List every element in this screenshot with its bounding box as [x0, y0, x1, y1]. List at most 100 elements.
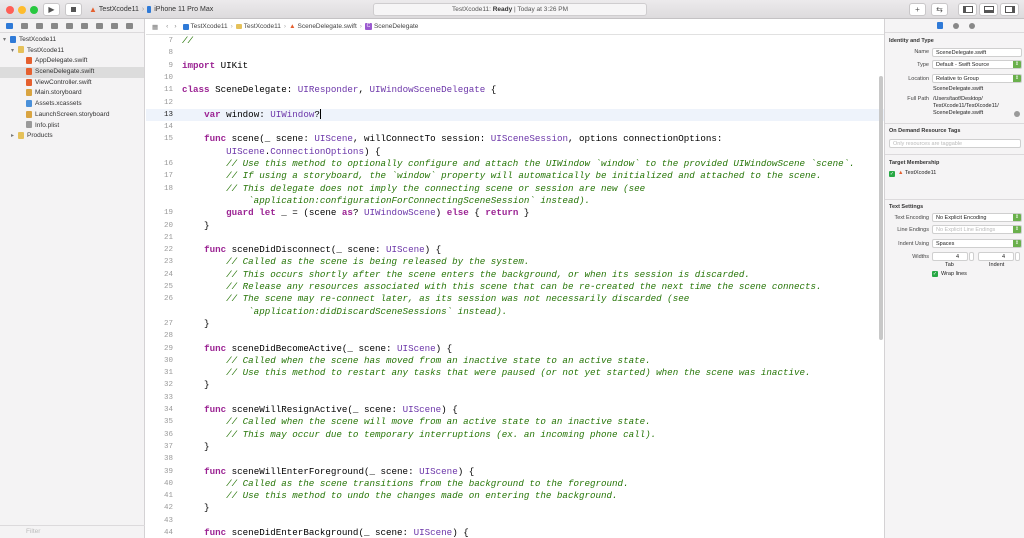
tab-width-field[interactable]: 4: [932, 252, 968, 261]
source-control-icon[interactable]: [21, 22, 28, 29]
code-line[interactable]: 23 // Called as the scene is being relea…: [146, 256, 884, 268]
code-line[interactable]: 10: [146, 72, 884, 84]
code-line[interactable]: 12: [146, 97, 884, 109]
code-line[interactable]: 16 // Use this method to optionally conf…: [146, 158, 884, 170]
code-line[interactable]: 27 }: [146, 318, 884, 330]
zoom-window-button[interactable]: [30, 6, 38, 14]
code-line[interactable]: 42 }: [146, 502, 884, 514]
name-field[interactable]: SceneDelegate.swift: [932, 48, 1022, 57]
code-line[interactable]: 26 // The scene may re-connect later, as…: [146, 293, 884, 305]
close-window-button[interactable]: [6, 6, 14, 14]
code-line[interactable]: 43: [146, 515, 884, 527]
code-line[interactable]: 22 func sceneDidDisconnect(_ scene: UISc…: [146, 244, 884, 256]
code-line[interactable]: 40 // Called as the scene transitions fr…: [146, 478, 884, 490]
code-line[interactable]: 9 import UIKit: [146, 60, 884, 72]
navigator-item[interactable]: SceneDelegate.swift: [0, 67, 144, 78]
debug-icon[interactable]: [96, 22, 103, 29]
back-icon[interactable]: ‹: [166, 23, 168, 30]
code-line[interactable]: 28: [146, 330, 884, 342]
navigator-item[interactable]: LaunchScreen.storyboard: [0, 110, 144, 121]
type-popup[interactable]: Default - Swift Source ⇕: [932, 60, 1022, 69]
code-line[interactable]: 24 // This occurs shortly after the scen…: [146, 269, 884, 281]
line-endings-popup[interactable]: No Explicit Line Endings ⇕: [932, 225, 1022, 234]
search-icon[interactable]: [51, 22, 58, 29]
code-line[interactable]: 36 // This may occur due to temporary in…: [146, 429, 884, 441]
chevron-down-icon[interactable]: ▾: [3, 35, 6, 46]
code-line[interactable]: 30 // Called when the scene has moved fr…: [146, 355, 884, 367]
navigator-item[interactable]: Info.plist: [0, 121, 144, 132]
code-line[interactable]: 37 }: [146, 441, 884, 453]
tab-stepper[interactable]: [969, 252, 974, 261]
encoding-popup[interactable]: No Explicit Encoding ⇕: [932, 213, 1022, 222]
navigator-item[interactable]: ▾ TestXcode11: [0, 35, 144, 46]
code-line[interactable]: 41 // Use this method to undo the change…: [146, 490, 884, 502]
breadcrumb-project[interactable]: TestXcode11: [191, 23, 228, 30]
editor-scrollbar[interactable]: [879, 76, 883, 340]
code-line[interactable]: UIScene.ConnectionOptions) {: [146, 146, 884, 158]
code-line[interactable]: 44 func sceneDidEnterBackground(_ scene:…: [146, 527, 884, 538]
code-line[interactable]: `application:didDiscardSceneSessions` in…: [146, 306, 884, 318]
scheme-selector[interactable]: ▲ TestXcode11 › iPhone 11 Pro Max: [89, 3, 213, 16]
navigator-item[interactable]: ViewController.swift: [0, 78, 144, 89]
breadcrumb-file[interactable]: SceneDelegate.swift: [298, 23, 357, 30]
chevron-right-icon[interactable]: ▸: [11, 131, 14, 142]
code-line[interactable]: 11 class SceneDelegate: UIResponder, UIWi…: [146, 84, 884, 96]
indent-using-popup[interactable]: Spaces ⇕: [932, 239, 1022, 248]
code-line[interactable]: 13 var window: UIWindow?: [146, 108, 884, 122]
code-line[interactable]: 20 }: [146, 220, 884, 232]
code-line[interactable]: 25 // Release any resources associated w…: [146, 281, 884, 293]
code-line[interactable]: 8: [146, 47, 884, 59]
location-popup[interactable]: Relative to Group ⇕: [932, 74, 1022, 83]
code-line[interactable]: 34 func sceneWillResignActive(_ scene: U…: [146, 404, 884, 416]
stop-button[interactable]: [65, 3, 82, 16]
report-icon[interactable]: [126, 22, 133, 29]
code-line[interactable]: 19 guard let _ = (scene as? UIWindowScen…: [146, 207, 884, 219]
library-button[interactable]: +: [909, 3, 926, 16]
target-checkbox[interactable]: ✓: [889, 171, 895, 177]
code-line[interactable]: 33: [146, 392, 884, 404]
toggle-navigator-button[interactable]: [958, 3, 977, 16]
code-line[interactable]: 32 }: [146, 379, 884, 391]
code-line[interactable]: 35 // Called when the scene will move fr…: [146, 416, 884, 428]
wrap-lines-checkbox[interactable]: ✓: [932, 271, 938, 277]
toggle-debug-button[interactable]: [979, 3, 998, 16]
code-line[interactable]: 38: [146, 453, 884, 465]
navigator-item[interactable]: AppDelegate.swift: [0, 56, 144, 67]
folder-icon[interactable]: [6, 22, 13, 29]
indent-stepper[interactable]: [1015, 252, 1020, 261]
navigator-filter[interactable]: Filter: [0, 525, 145, 538]
navigator-item[interactable]: Main.storyboard: [0, 88, 144, 99]
issue-icon[interactable]: [66, 22, 73, 29]
symbol-icon[interactable]: [36, 22, 43, 29]
toggle-inspector-button[interactable]: [1000, 3, 1019, 16]
breadcrumb-symbol[interactable]: SceneDelegate: [374, 23, 418, 30]
chevron-down-icon[interactable]: ▾: [11, 46, 14, 57]
file-icon[interactable]: [937, 22, 943, 29]
navigator-item[interactable]: ▸ Products: [0, 131, 144, 142]
minimize-window-button[interactable]: [18, 6, 26, 14]
breadcrumb-group[interactable]: TestXcode11: [244, 23, 281, 30]
navigator-item[interactable]: ▾ TestXcode11: [0, 46, 144, 57]
history-icon[interactable]: [953, 22, 959, 29]
code-review-button[interactable]: ⇆: [931, 3, 948, 16]
related-items-icon[interactable]: ▦: [152, 23, 158, 31]
code-line[interactable]: 29 func sceneDidBecomeActive(_ scene: UI…: [146, 343, 884, 355]
breakpoint-icon[interactable]: [111, 22, 118, 29]
test-icon[interactable]: [81, 22, 88, 29]
code-line[interactable]: 17 // If using a storyboard, the `window…: [146, 170, 884, 182]
navigator-item[interactable]: Assets.xcassets: [0, 99, 144, 110]
help-icon[interactable]: [969, 22, 975, 29]
forward-icon[interactable]: ›: [174, 23, 176, 30]
code-line[interactable]: 7 //: [146, 35, 884, 47]
reveal-in-finder-icon[interactable]: [1014, 111, 1020, 117]
source-editor[interactable]: 7 // 8 9 import UIKit 10 11 class SceneDelegate…: [146, 35, 884, 538]
code-line[interactable]: 14: [146, 121, 884, 133]
code-line[interactable]: `application:configurationForConnectingS…: [146, 195, 884, 207]
code-line[interactable]: 39 func sceneWillEnterForeground(_ scene…: [146, 466, 884, 478]
indent-width-field[interactable]: 4: [978, 252, 1014, 261]
code-line[interactable]: 15 func scene(_ scene: UIScene, willConn…: [146, 133, 884, 145]
code-line[interactable]: 18 // This delegate does not imply the c…: [146, 183, 884, 195]
code-line[interactable]: 21: [146, 232, 884, 244]
device-name[interactable]: iPhone 11 Pro Max: [154, 6, 213, 13]
run-button[interactable]: ▶: [43, 3, 60, 16]
